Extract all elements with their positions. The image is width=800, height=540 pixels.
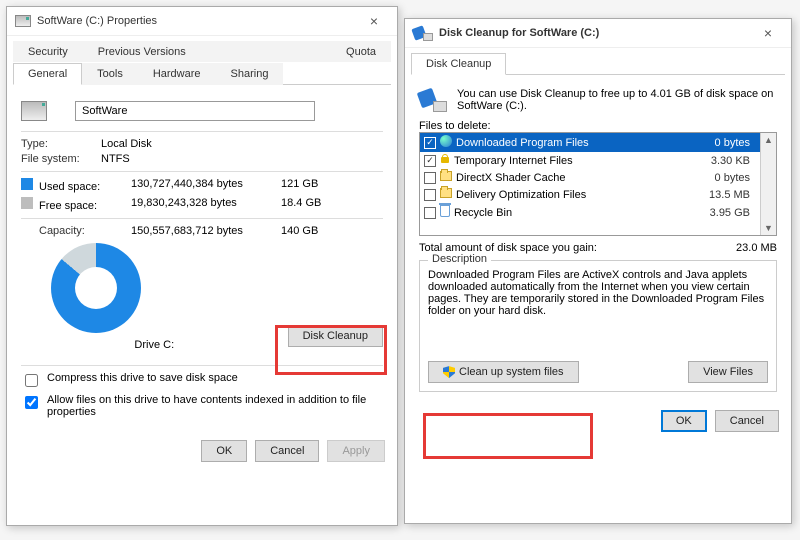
file-name: Temporary Internet Files <box>454 155 707 167</box>
cleanup-titlebar: Disk Cleanup for SoftWare (C:) × <box>405 19 791 48</box>
index-label: Allow files on this drive to have conten… <box>47 394 383 418</box>
props-buttons: OK Cancel Apply <box>7 432 397 470</box>
file-row[interactable]: Recycle Bin 3.95 GB <box>420 203 760 222</box>
file-size: 0 bytes <box>715 172 756 184</box>
free-human: 18.4 GB <box>281 197 341 212</box>
file-size: 13.5 MB <box>709 189 756 201</box>
free-swatch <box>21 197 33 209</box>
total-value: 23.0 MB <box>736 242 777 254</box>
files-list[interactable]: ✓ Downloaded Program Files 0 bytes ✓ Tempora… <box>419 132 777 236</box>
file-icon <box>440 205 450 220</box>
description-text: Downloaded Program Files are ActiveX con… <box>428 269 768 333</box>
cap-human: 140 GB <box>281 225 341 237</box>
index-checkbox[interactable]: Allow files on this drive to have conten… <box>21 394 383 418</box>
compress-label: Compress this drive to save disk space <box>47 372 238 384</box>
ok-button[interactable]: OK <box>201 440 247 462</box>
cleanup-icon <box>413 25 433 41</box>
file-row[interactable]: Delivery Optimization Files 13.5 MB <box>420 186 760 203</box>
file-name: Delivery Optimization Files <box>456 189 705 201</box>
view-files-button[interactable]: View Files <box>688 361 768 383</box>
properties-window: SoftWare (C:) Properties × Security Prev… <box>6 6 398 526</box>
close-icon[interactable]: × <box>359 13 389 29</box>
scroll-up-icon[interactable]: ▲ <box>764 135 773 145</box>
file-size: 3.95 GB <box>710 207 756 219</box>
shield-icon <box>443 366 455 378</box>
free-label: Free space: <box>39 200 97 212</box>
used-label: Used space: <box>39 181 100 193</box>
tab-hardware[interactable]: Hardware <box>138 63 216 85</box>
tab-quota[interactable]: Quota <box>331 41 391 62</box>
clean-system-files-button[interactable]: Clean up system files <box>428 361 579 383</box>
drive-icon <box>15 15 31 27</box>
cleanup-buttons: OK Cancel <box>405 402 791 440</box>
ok-button[interactable]: OK <box>661 410 707 432</box>
file-name: DirectX Shader Cache <box>456 172 711 184</box>
cleanup-window: Disk Cleanup for SoftWare (C:) × Disk Cl… <box>404 18 792 524</box>
compress-checkbox[interactable]: Compress this drive to save disk space <box>21 372 383 390</box>
file-checkbox[interactable]: ✓ <box>424 155 436 167</box>
tab-sharing[interactable]: Sharing <box>216 63 284 85</box>
capacity-chart <box>51 243 141 333</box>
used-bytes: 130,727,440,384 bytes <box>131 178 281 193</box>
description-group: Description Downloaded Program Files are… <box>419 260 777 392</box>
props-title: SoftWare (C:) Properties <box>37 15 359 27</box>
drive-name-input[interactable] <box>75 101 315 121</box>
file-row[interactable]: DirectX Shader Cache 0 bytes <box>420 169 760 186</box>
fs-label: File system: <box>21 153 101 165</box>
file-icon <box>440 171 452 184</box>
space-grid: Used space: 130,727,440,384 bytes 121 GB… <box>21 178 383 212</box>
free-bytes: 19,830,243,328 bytes <box>131 197 281 212</box>
apply-button[interactable]: Apply <box>327 440 385 462</box>
disk-cleanup-button[interactable]: Disk Cleanup <box>288 325 383 347</box>
tab-security[interactable]: Security <box>13 41 83 62</box>
file-icon <box>440 154 450 167</box>
tab-tools[interactable]: Tools <box>82 63 138 85</box>
drive-icon-large <box>21 101 47 121</box>
tab-disk-cleanup[interactable]: Disk Cleanup <box>411 53 506 75</box>
tabs-row-2: General Tools Hardware Sharing <box>13 62 391 85</box>
file-row[interactable]: ✓ Temporary Internet Files 3.30 KB <box>420 152 760 169</box>
type-value: Local Disk <box>101 138 152 150</box>
used-swatch <box>21 178 33 190</box>
clean-sys-label: Clean up system files <box>459 366 564 378</box>
file-checkbox[interactable] <box>424 172 436 184</box>
cleanup-title: Disk Cleanup for SoftWare (C:) <box>439 27 753 39</box>
cleanup-icon-large <box>419 88 447 112</box>
type-label: Type: <box>21 138 101 150</box>
scrollbar[interactable]: ▲▼ <box>760 133 776 235</box>
cap-bytes: 150,557,683,712 bytes <box>131 225 281 237</box>
description-legend: Description <box>428 253 491 265</box>
tab-previous-versions[interactable]: Previous Versions <box>83 41 331 62</box>
cleanup-tabs: Disk Cleanup <box>411 52 785 75</box>
file-size: 0 bytes <box>715 137 756 149</box>
file-name: Recycle Bin <box>454 207 706 219</box>
drive-caption: Drive C: <box>21 339 288 351</box>
file-icon <box>440 135 452 150</box>
tab-general[interactable]: General <box>13 63 82 85</box>
file-name: Downloaded Program Files <box>456 137 711 149</box>
file-checkbox[interactable]: ✓ <box>424 137 436 149</box>
file-row[interactable]: ✓ Downloaded Program Files 0 bytes <box>420 133 760 152</box>
cancel-button[interactable]: Cancel <box>715 410 779 432</box>
used-human: 121 GB <box>281 178 341 193</box>
scroll-down-icon[interactable]: ▼ <box>764 223 773 233</box>
cancel-button[interactable]: Cancel <box>255 440 319 462</box>
fs-value: NTFS <box>101 153 130 165</box>
files-label: Files to delete: <box>419 120 777 132</box>
file-size: 3.30 KB <box>711 155 756 167</box>
cap-label: Capacity: <box>21 225 131 237</box>
close-icon[interactable]: × <box>753 25 783 41</box>
file-icon <box>440 188 452 201</box>
file-checkbox[interactable] <box>424 207 436 219</box>
cleanup-intro: You can use Disk Cleanup to free up to 4… <box>457 88 777 112</box>
cleanup-body: You can use Disk Cleanup to free up to 4… <box>405 75 791 402</box>
file-checkbox[interactable] <box>424 189 436 201</box>
props-body: Type:Local Disk File system:NTFS Used sp… <box>7 85 397 432</box>
props-titlebar: SoftWare (C:) Properties × <box>7 7 397 36</box>
tabs-row-1: Security Previous Versions Quota <box>13 40 391 62</box>
